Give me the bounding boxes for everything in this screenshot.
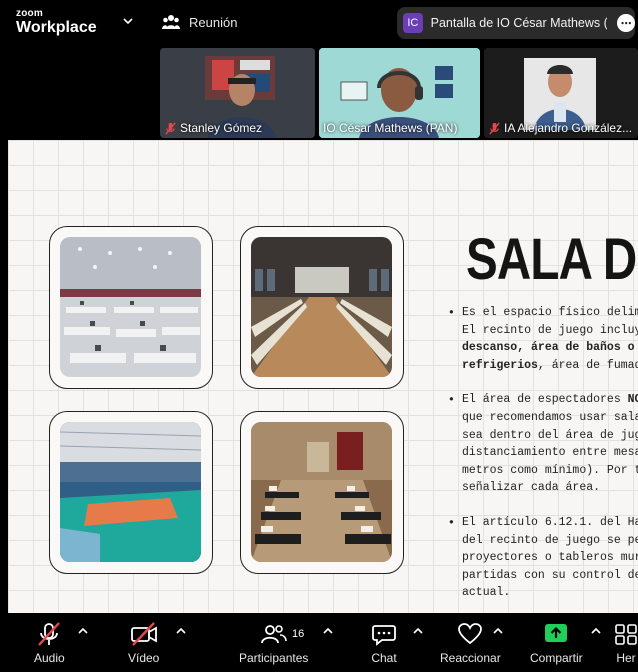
participant-name-text: IA Alejandro González... (504, 121, 633, 135)
bullet-line: señalizar cada área. (462, 481, 601, 495)
more-options-icon[interactable]: ⋯ (617, 14, 636, 32)
meeting-label: Reunión (189, 14, 238, 30)
screen-share-indicator[interactable]: IC Pantalla de IO César Mathews (PA ⋯ (397, 7, 636, 39)
photo-card (49, 226, 213, 389)
bullet-line: refrigerios, área de fumad (462, 357, 638, 375)
chat-label: Chat (371, 651, 397, 665)
playing-hall-photo (251, 422, 392, 562)
reactions-button[interactable]: Reaccionar (440, 621, 501, 665)
bullet-line: Es el espacio físico delim (462, 306, 638, 319)
playing-hall-photo (251, 237, 392, 377)
reactions-label: Reaccionar (440, 651, 501, 665)
bullet-line: actual. (462, 586, 511, 600)
chevron-down-icon[interactable] (123, 16, 133, 26)
muted-mic-icon (489, 121, 500, 135)
photo-card (49, 411, 213, 574)
bold-text: NO (627, 393, 638, 407)
bold-text: descanso, área de baños o (462, 341, 635, 355)
chat-options-caret-icon[interactable] (413, 627, 423, 635)
share-screen-icon (545, 624, 568, 642)
audio-label: Audio (34, 651, 65, 665)
more-tools-button[interactable]: Her (614, 621, 638, 665)
bullet-line: metros como mínimo). Por t (462, 463, 638, 477)
reactions-options-caret-icon[interactable] (493, 627, 503, 635)
more-label: Her (616, 651, 636, 665)
slide-title: SALA DE (466, 227, 638, 292)
muted-mic-icon (38, 622, 61, 646)
bullet-line: partidas con su control de (462, 568, 638, 582)
top-bar: zoom Workplace Reunión IC Pantalla de IO… (0, 0, 638, 46)
participant-name-text: Stanley Gómez (180, 121, 263, 135)
participant-name: IA Alejandro González... (488, 121, 632, 135)
bullet-line: sea dentro del área de jug (462, 428, 638, 442)
meeting-menu[interactable]: Reunión (162, 14, 237, 30)
video-label: Vídeo (128, 651, 160, 665)
video-off-icon (130, 622, 157, 646)
heart-icon (458, 623, 483, 645)
playing-hall-photo (60, 237, 201, 377)
app-logo: zoom Workplace (16, 9, 97, 36)
bullet-item: El área de espectadores NO que recomenda… (448, 391, 638, 497)
chat-icon (372, 625, 396, 646)
bullet-text: , área de fumad (537, 358, 638, 372)
bullet-text: El área de espectadores (462, 393, 628, 407)
participants-icon (260, 625, 287, 644)
video-button[interactable]: Vídeo (128, 621, 159, 665)
share-screen-button[interactable]: Compartir (530, 621, 583, 665)
meeting-toolbar: Audio Vídeo Participantes 16 Chat Reacci… (0, 613, 638, 672)
people-icon (162, 15, 180, 29)
participants-options-caret-icon[interactable] (323, 627, 333, 635)
bullet-line: descanso, área de baños o (462, 339, 638, 357)
bullet-line: distanciamiento entre mesa (462, 446, 638, 460)
video-tile-active-speaker[interactable]: IO César Mathews (PAN) (319, 48, 480, 138)
bullet-line: El área de espectadores NO (462, 391, 638, 409)
video-strip: Stanley Gómez IO César Mathews (PAN) IA … (0, 46, 638, 140)
bullet-line: del recinto de juego se pe (462, 533, 638, 547)
video-tile[interactable]: Stanley Gómez (160, 48, 315, 138)
sharer-avatar: IC (403, 13, 423, 33)
participants-label: Participantes (239, 651, 309, 665)
bullet-item: El artículo 6.12.1. del Ha del recinto d… (448, 514, 638, 602)
bullet-line: proyectores o tableros mur (462, 551, 638, 565)
muted-mic-icon (165, 121, 176, 135)
tools-icon (615, 624, 637, 645)
share-options-caret-icon[interactable] (591, 627, 601, 635)
participant-name-text: IO César Mathews (PAN) (323, 121, 458, 135)
bullet-line: El artículo 6.12.1. del Ha (462, 515, 638, 529)
participants-count: 16 (292, 628, 305, 640)
bullet-line: que recomendamos usar sala (462, 410, 638, 424)
slide-bullets: Es el espacio físico delim El recinto de… (448, 304, 638, 613)
audio-options-caret-icon[interactable] (78, 627, 88, 635)
brand-large: Workplace (16, 19, 97, 36)
chat-button[interactable]: Chat (371, 621, 397, 665)
arena-photo (60, 422, 201, 562)
photo-card (240, 226, 404, 389)
photo-card (240, 411, 404, 574)
brand-small: zoom (16, 8, 43, 19)
video-tile[interactable]: IA Alejandro González... (484, 48, 638, 138)
participant-name: Stanley Gómez (164, 121, 262, 135)
share-label: Pantalla de IO César Mathews (PA (430, 16, 608, 30)
bold-text: refrigerios (462, 358, 538, 372)
video-options-caret-icon[interactable] (176, 627, 186, 635)
audio-button[interactable]: Audio (34, 621, 65, 665)
participant-name: IO César Mathews (PAN) (323, 121, 457, 135)
bullet-line: El recinto de juego incluy (462, 323, 638, 337)
share-label: Compartir (530, 651, 583, 665)
bullet-item: Es el espacio físico delim El recinto de… (448, 304, 638, 374)
shared-screen: SALA DE Es el espacio físico delim El re… (8, 140, 638, 613)
